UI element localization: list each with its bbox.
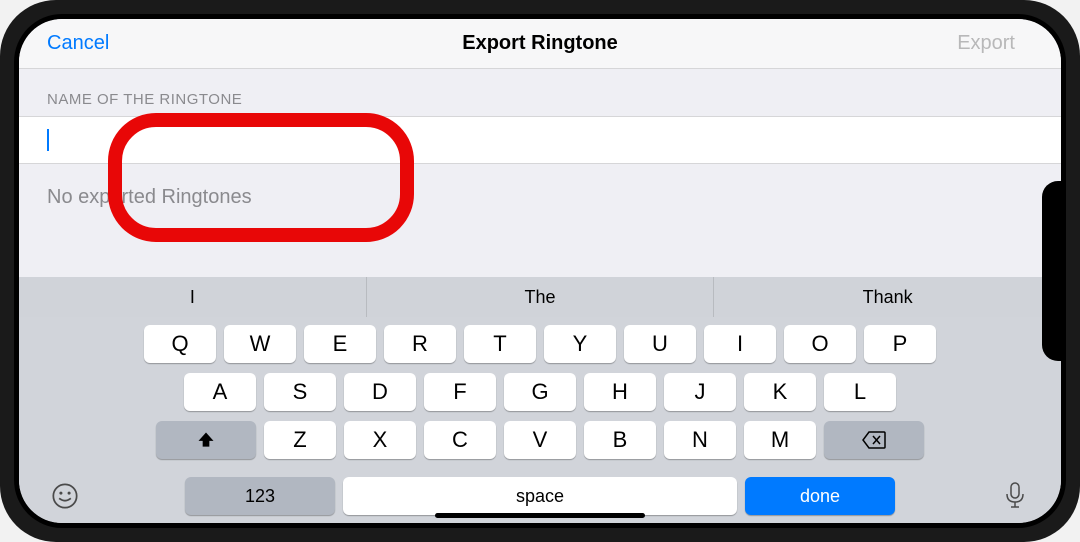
key-v[interactable]: V [504,421,576,459]
key-p[interactable]: P [864,325,936,363]
emoji-button[interactable] [47,478,83,514]
key-o[interactable]: O [784,325,856,363]
nav-header: Cancel Export Ringtone Export [19,19,1061,69]
key-l[interactable]: L [824,373,896,411]
key-h[interactable]: H [584,373,656,411]
ringtone-name-field[interactable] [19,116,1061,164]
suggestion-item[interactable]: The [367,277,715,317]
key-area: Q W E R T Y U I O P A S D [19,317,1061,475]
space-key[interactable]: space [343,477,737,515]
key-n[interactable]: N [664,421,736,459]
key-f[interactable]: F [424,373,496,411]
key-b[interactable]: B [584,421,656,459]
key-g[interactable]: G [504,373,576,411]
export-button[interactable]: Export [957,32,1015,55]
keyboard: I The Thank Q W E R T Y U I O [19,277,1061,523]
status-text: No exported Ringtones [19,164,1061,219]
key-m[interactable]: M [744,421,816,459]
cancel-button[interactable]: Cancel [47,32,109,55]
key-x[interactable]: X [344,421,416,459]
key-row-1: Q W E R T Y U I O P [129,325,951,363]
device-inner: Cancel Export Ringtone Export NAME OF TH… [14,14,1066,528]
device-frame: Cancel Export Ringtone Export NAME OF TH… [0,0,1080,542]
shift-key[interactable] [156,421,256,459]
device-notch [1042,181,1066,361]
key-k[interactable]: K [744,373,816,411]
keyboard-bottom-row: 123 space done [19,477,1061,515]
suggestion-item[interactable]: I [19,277,367,317]
shift-icon [196,430,216,450]
key-z[interactable]: Z [264,421,336,459]
key-d[interactable]: D [344,373,416,411]
microphone-icon [1005,482,1025,510]
key-u[interactable]: U [624,325,696,363]
done-key[interactable]: done [745,477,895,515]
suggestion-item[interactable]: Thank [714,277,1061,317]
page-title: Export Ringtone [462,32,618,55]
emoji-icon [51,482,79,510]
key-r[interactable]: R [384,325,456,363]
key-row-2: A S D F G H J K L [129,373,951,411]
key-q[interactable]: Q [144,325,216,363]
key-e[interactable]: E [304,325,376,363]
suggestion-bar: I The Thank [19,277,1061,317]
content-area: NAME OF THE RINGTONE No exported Rington… [19,69,1061,219]
key-a[interactable]: A [184,373,256,411]
screen: Cancel Export Ringtone Export NAME OF TH… [19,19,1061,523]
key-w[interactable]: W [224,325,296,363]
dictation-button[interactable] [997,478,1033,514]
key-s[interactable]: S [264,373,336,411]
ringtone-name-input[interactable] [49,130,1033,151]
field-label: NAME OF THE RINGTONE [19,69,1061,116]
key-t[interactable]: T [464,325,536,363]
key-y[interactable]: Y [544,325,616,363]
backspace-key[interactable] [824,421,924,459]
key-j[interactable]: J [664,373,736,411]
home-indicator[interactable] [435,513,645,518]
key-c[interactable]: C [424,421,496,459]
numbers-key[interactable]: 123 [185,477,335,515]
key-row-3: Z X C V B N M [129,421,951,459]
key-i[interactable]: I [704,325,776,363]
backspace-icon [862,431,886,449]
